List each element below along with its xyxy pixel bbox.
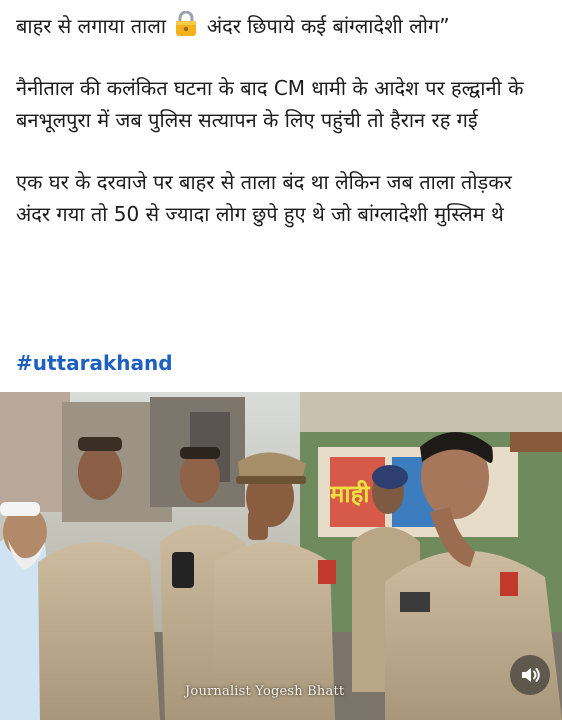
video-watermark: Journalist Yogesh Bhatt (185, 684, 345, 699)
headline-part-1: बाहर से लगाया ताला (16, 14, 167, 38)
speaker-volume-icon (522, 668, 540, 682)
headline-part-2: अंदर छिपाये कई बांग्लादेशी लोग” (206, 14, 450, 38)
volume-button[interactable] (510, 655, 550, 695)
post-paragraph-2: एक घर के दरवाजे पर बाहर से ताला बंद था ल… (16, 170, 512, 226)
post-headline: बाहर से लगाया ताला अंदर छिपाये कई बांग्ल… (16, 10, 551, 42)
video-frame: माही सं (0, 392, 562, 720)
post-text: बाहर से लगाया ताला अंदर छिपाये कई बांग्ल… (16, 10, 551, 230)
lock-icon (176, 11, 197, 36)
hashtag-link[interactable]: #uttarakhand (16, 347, 173, 379)
post-paragraph-1: नैनीताल की कलंकित घटना के बाद CM धामी के… (16, 76, 524, 132)
video-player[interactable]: माही सं (0, 392, 562, 720)
